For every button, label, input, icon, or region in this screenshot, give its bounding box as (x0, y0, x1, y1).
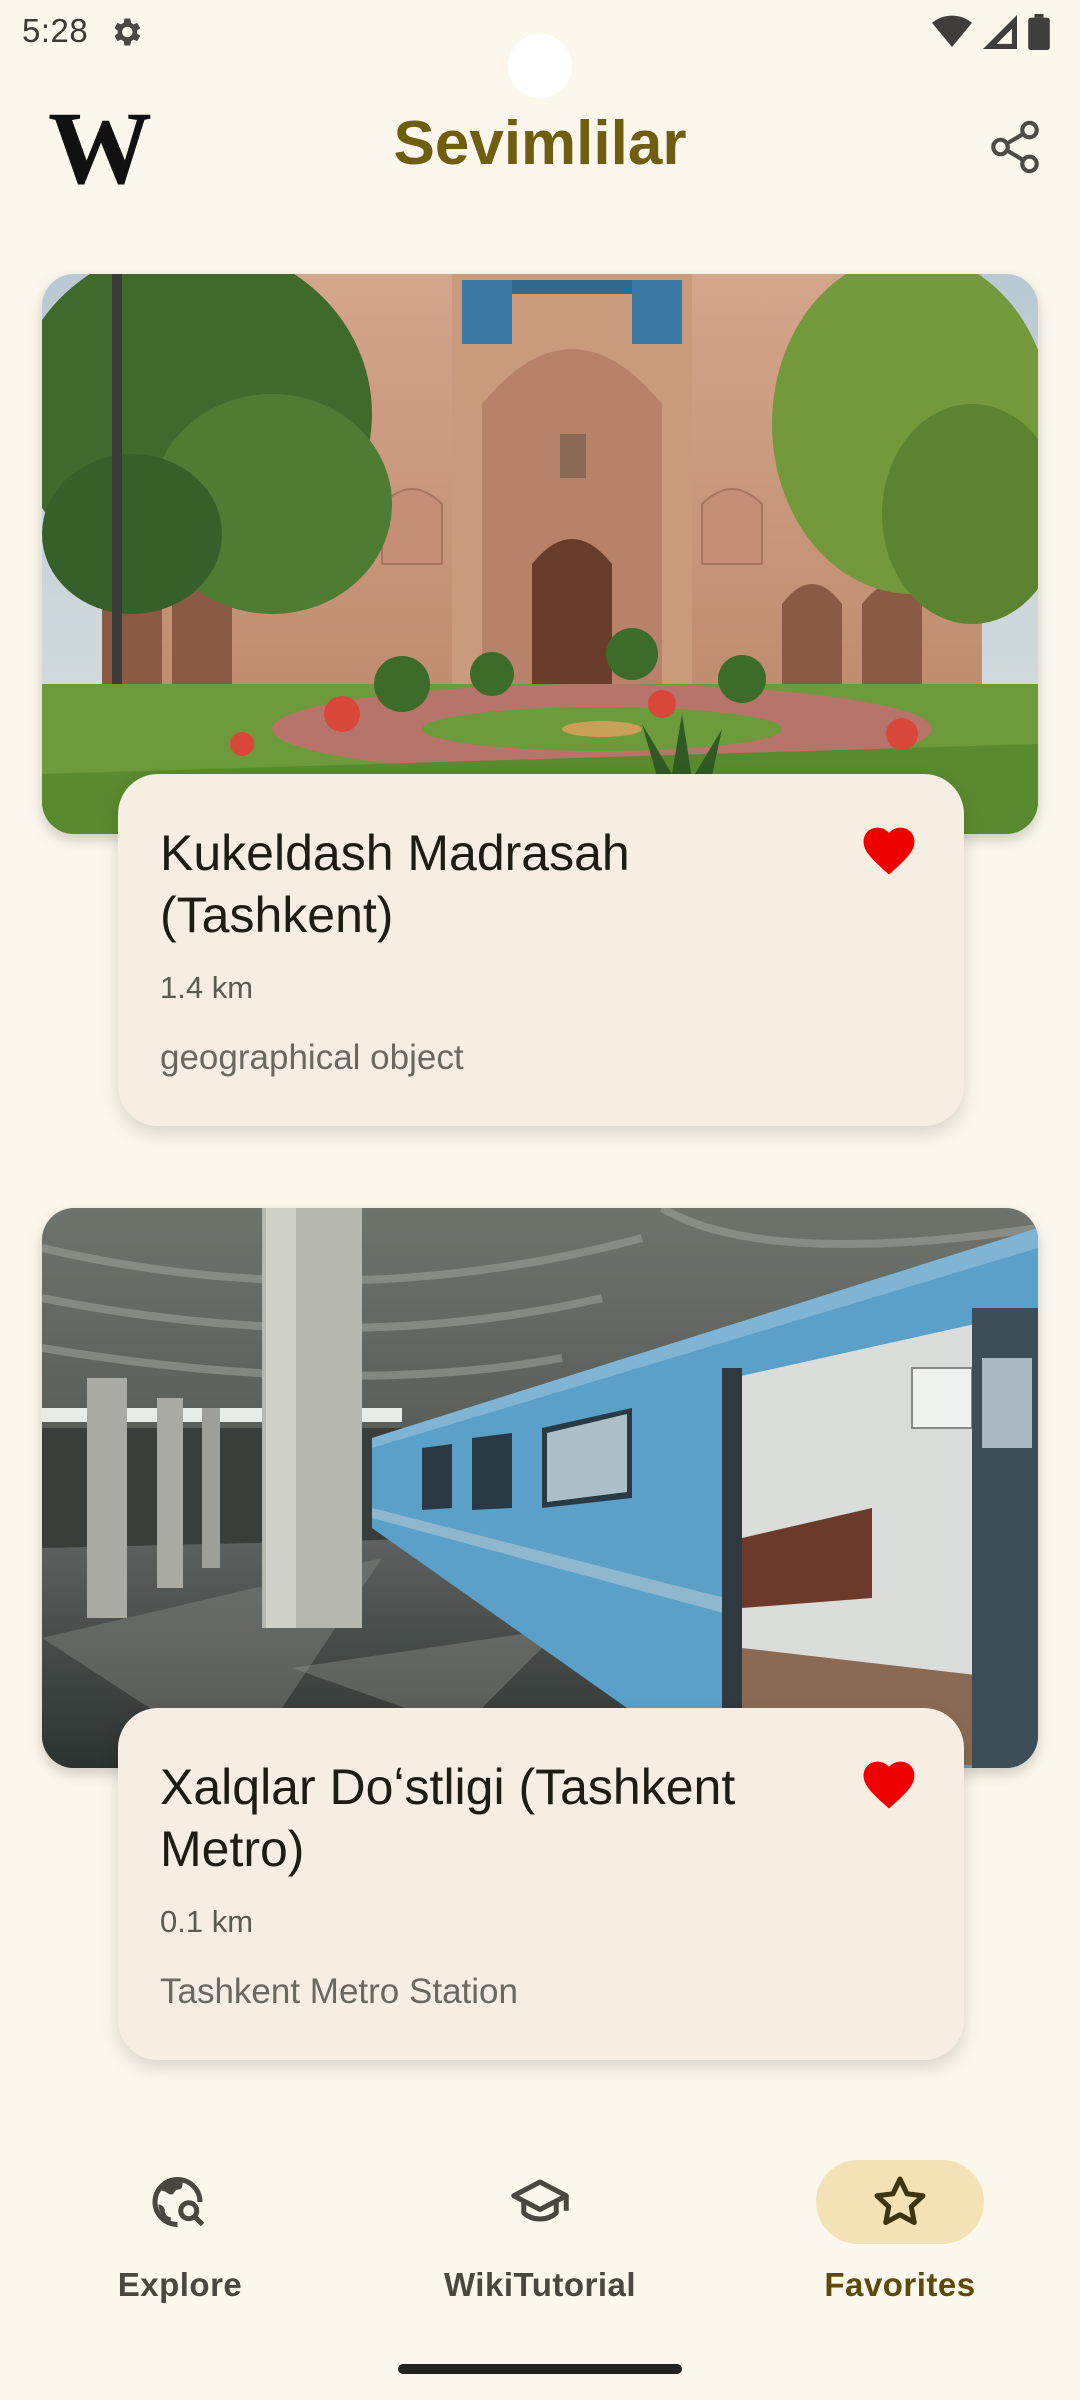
status-time: 5:28 (22, 12, 89, 49)
nav-item-explore[interactable]: Explore (30, 2130, 330, 2330)
card-photo-madrasah (42, 274, 1038, 834)
card-title: Kukeldash Madrasah (Tashkent) (160, 825, 630, 943)
card-description: Tashkent Metro Station (160, 1972, 518, 2011)
star-icon (874, 2176, 926, 2225)
battery-icon (1028, 14, 1050, 50)
graduation-cap-icon (511, 2179, 569, 2222)
status-icons (932, 12, 1050, 52)
nav-label-explore: Explore (117, 2266, 243, 2303)
wifi-icon (932, 15, 972, 47)
share-icon[interactable] (986, 116, 1044, 178)
card-description: geographical object (160, 1038, 464, 1077)
favorite-heart-icon[interactable] (858, 1754, 920, 1810)
status-bar: 5:28 (0, 0, 1080, 98)
card-info: Kukeldash Madrasah (Tashkent) 1.4 km geo… (118, 774, 964, 1126)
camera-cutout (508, 34, 572, 98)
card-distance: 1.4 km (160, 970, 254, 1005)
card-info: Xalqlar Doʻstligi (Tashkent Metro) 0.1 k… (118, 1708, 964, 2060)
nav-label-favorites: Favorites (824, 2266, 976, 2303)
signal-icon (983, 15, 1017, 49)
settings-icon (114, 18, 141, 46)
card-distance: 0.1 km (160, 1904, 254, 1939)
card-photo-metro (42, 1208, 1038, 1768)
nav-item-wikitutorial[interactable]: WikiTutorial (390, 2130, 690, 2330)
page-title: Sevimlilar (393, 109, 687, 178)
favorite-card[interactable]: Xalqlar Doʻstligi (Tashkent Metro) 0.1 k… (42, 1208, 1038, 2060)
explore-icon (152, 2177, 205, 2227)
card-title: Xalqlar Doʻstligi (Tashkent Metro) (160, 1759, 736, 1877)
bottom-navigation: Explore WikiTutorial Favorites (0, 2130, 1080, 2330)
nav-item-favorites[interactable]: Favorites (750, 2130, 1050, 2330)
home-indicator[interactable] (398, 2364, 682, 2374)
favorite-heart-icon[interactable] (858, 820, 920, 876)
nav-label-wikitutorial: WikiTutorial (443, 2266, 637, 2303)
favorite-card[interactable]: Kukeldash Madrasah (Tashkent) 1.4 km geo… (42, 274, 1038, 1126)
